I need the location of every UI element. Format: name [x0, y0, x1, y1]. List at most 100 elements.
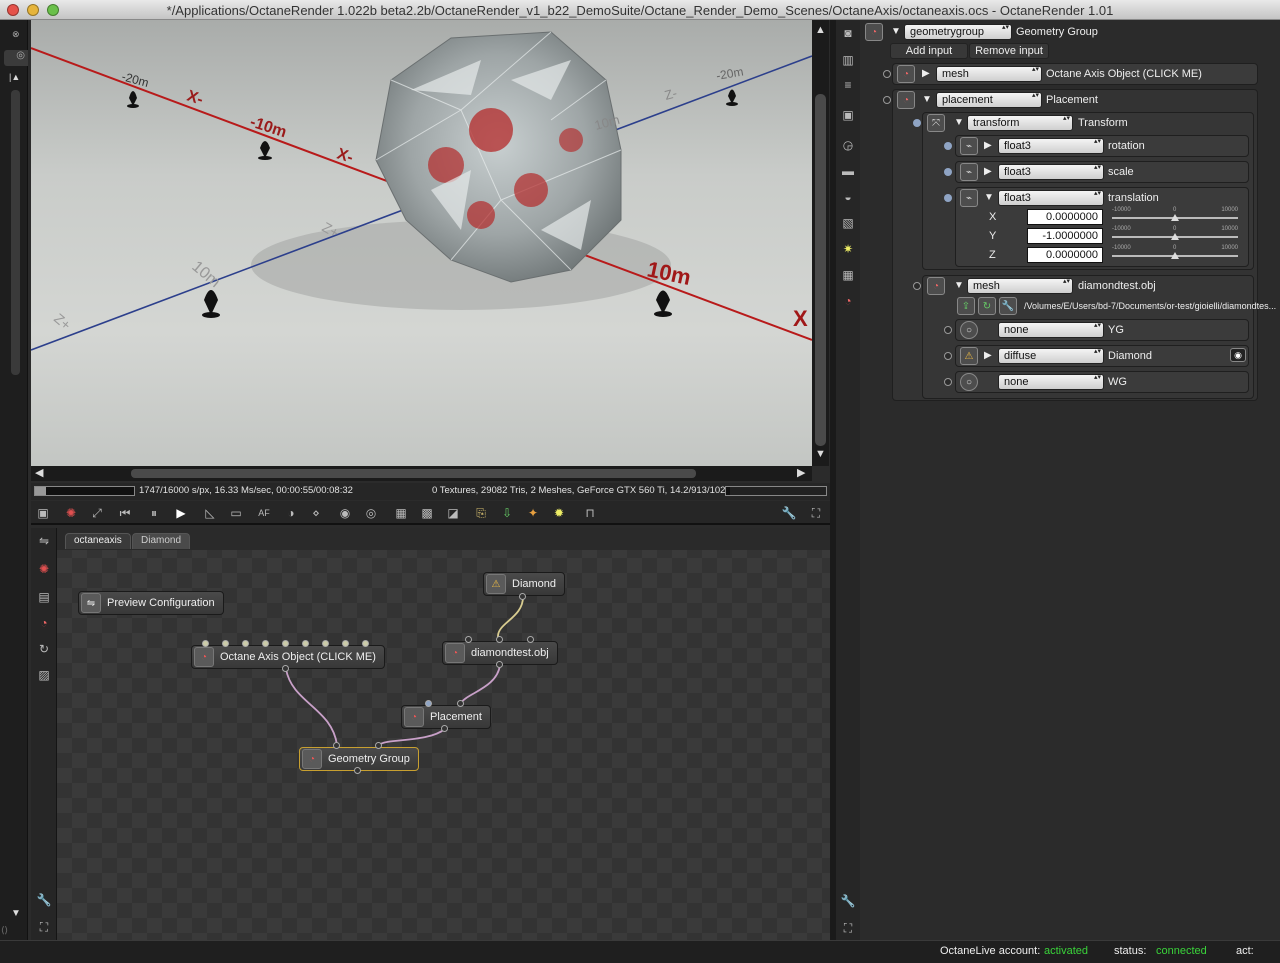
- scroll-down-arrow-icon[interactable]: ▼: [815, 448, 826, 460]
- alpha-icon[interactable]: ▩: [418, 504, 436, 522]
- output-pin[interactable]: [441, 725, 448, 732]
- x-value-input[interactable]: 0.0000000: [1027, 209, 1103, 225]
- monitor-icon[interactable]: ▭: [227, 504, 245, 522]
- input-pin[interactable]: [913, 282, 921, 290]
- image-icon[interactable]: ▣: [839, 106, 857, 124]
- film-icon[interactable]: ▬: [839, 162, 857, 180]
- input-pin[interactable]: [342, 640, 349, 647]
- kernel-icon[interactable]: ▦: [839, 266, 857, 284]
- input-pin[interactable]: [944, 378, 952, 386]
- add-input-button[interactable]: Add input: [890, 43, 968, 59]
- output-pin[interactable]: [496, 661, 503, 668]
- scale-type-select[interactable]: float3: [998, 164, 1104, 180]
- z-slider-handle[interactable]: [1171, 252, 1179, 259]
- node-stop-icon[interactable]: ✺: [35, 560, 53, 578]
- resize-icon[interactable]: ⟨⟩: [1, 925, 8, 936]
- picture-icon[interactable]: ▧: [839, 214, 857, 232]
- clay-render-icon[interactable]: ◎: [362, 504, 380, 522]
- collapse-arrow-icon[interactable]: ▼: [954, 280, 964, 291]
- input-pin[interactable]: [457, 700, 464, 707]
- rotation-type-select[interactable]: float3: [998, 138, 1104, 154]
- wrench-icon[interactable]: 🔧: [839, 892, 857, 910]
- load-file-icon[interactable]: ⇪: [957, 297, 975, 315]
- input-pin[interactable]: [262, 640, 269, 647]
- input-pin[interactable]: [302, 640, 309, 647]
- input-pin[interactable]: [202, 640, 209, 647]
- pause-icon[interactable]: ⏸: [145, 504, 163, 522]
- checker-icon[interactable]: ▦: [392, 504, 410, 522]
- node-graph-canvas[interactable]: [57, 528, 830, 940]
- scroll-down-icon[interactable]: ▼: [11, 908, 21, 919]
- node-arrange-icon[interactable]: ⇋: [35, 532, 53, 550]
- fullscreen-icon[interactable]: ⛶: [807, 504, 825, 522]
- light-icon[interactable]: ✷: [839, 240, 857, 258]
- node-image-icon[interactable]: ▤: [35, 588, 53, 606]
- copy-icon[interactable]: ⎘: [472, 504, 490, 522]
- y-value-input[interactable]: -1.0000000: [1027, 228, 1103, 244]
- input-pin[interactable]: [527, 636, 534, 643]
- input-pin[interactable]: [362, 640, 369, 647]
- scroll-up-arrow-icon[interactable]: ▲: [815, 24, 826, 36]
- diamond-type-select[interactable]: diffuse: [998, 348, 1104, 364]
- node-material-icon[interactable]: ◔: [35, 614, 53, 632]
- viewport-horizontal-scrollbar[interactable]: ◀ ▶: [31, 466, 812, 481]
- input-pin[interactable]: [282, 640, 289, 647]
- compare-icon[interactable]: ◪: [444, 504, 462, 522]
- wg-type-select[interactable]: none: [998, 374, 1104, 390]
- collapse-arrow-icon[interactable]: ▼: [954, 117, 964, 128]
- tab-octaneaxis[interactable]: octaneaxis: [65, 533, 131, 549]
- region-render-icon[interactable]: ◉: [336, 504, 354, 522]
- node-preview-configuration[interactable]: ⇋ Preview Configuration: [78, 591, 224, 615]
- input-pin[interactable]: [242, 640, 249, 647]
- input-pin[interactable]: [913, 119, 921, 127]
- node-type-select[interactable]: geometrygroup: [904, 24, 1012, 40]
- panel-tab[interactable]: ◎: [4, 50, 28, 66]
- input-pin[interactable]: [944, 326, 952, 334]
- input-pin[interactable]: [496, 636, 503, 643]
- translation-type-select[interactable]: float3: [998, 190, 1104, 206]
- focus-picker-icon[interactable]: ◑: [282, 504, 300, 522]
- input-pin[interactable]: [944, 194, 952, 202]
- input-pin[interactable]: [375, 742, 382, 749]
- ruler-icon[interactable]: ◺: [201, 504, 219, 522]
- autofocus-icon[interactable]: AF: [255, 504, 273, 522]
- z-slider[interactable]: -10000 0 10000: [1112, 245, 1238, 261]
- expand-arrow-icon[interactable]: ▶: [984, 350, 992, 361]
- input-pin[interactable]: [465, 636, 472, 643]
- render-viewport[interactable]: -20m X- -10m X- -20m Z- 10m Z+ 10m 10m X…: [31, 20, 812, 466]
- list-icon[interactable]: ≡: [839, 76, 857, 94]
- node-wrench-icon[interactable]: 🔧: [35, 891, 53, 909]
- collapse-arrow-icon[interactable]: ▼: [922, 94, 932, 105]
- output-pin[interactable]: [282, 665, 289, 672]
- lock-icon[interactable]: ⊓: [581, 504, 599, 522]
- material-picker-icon[interactable]: ✦: [524, 504, 542, 522]
- node-texture-icon[interactable]: ▨: [35, 666, 53, 684]
- camera-icon[interactable]: ◙: [839, 24, 857, 42]
- expand-arrow-icon[interactable]: ▶: [984, 140, 992, 151]
- x-slider-handle[interactable]: [1171, 214, 1179, 221]
- fullscreen-icon[interactable]: ⛶: [839, 919, 857, 937]
- material-icon[interactable]: ◔: [839, 292, 857, 310]
- environment-icon[interactable]: ◒: [839, 188, 857, 206]
- input-pin[interactable]: [333, 742, 340, 749]
- mesh-type-select[interactable]: mesh: [936, 66, 1042, 82]
- expand-arrow-icon[interactable]: ▶: [984, 166, 992, 177]
- import-icon[interactable]: ⇩: [498, 504, 516, 522]
- play-icon[interactable]: ▶: [172, 504, 190, 522]
- output-pin[interactable]: [519, 593, 526, 600]
- restart-render-icon[interactable]: ⤢: [88, 504, 106, 522]
- transform-type-select[interactable]: transform: [967, 115, 1073, 131]
- placement-type-select[interactable]: placement: [936, 92, 1042, 108]
- collapse-arrow-icon[interactable]: ▼: [891, 26, 901, 37]
- scroll-left-arrow-icon[interactable]: ◀: [35, 466, 43, 479]
- scroll-up-icon[interactable]: |▲: [9, 72, 20, 82]
- x-slider[interactable]: -10000 0 10000: [1112, 207, 1238, 223]
- input-pin[interactable]: [222, 640, 229, 647]
- node-refresh-icon[interactable]: ↻: [35, 640, 53, 658]
- y-slider[interactable]: -10000 0 10000: [1112, 226, 1238, 242]
- node-fullscreen-icon[interactable]: ⛶: [35, 918, 53, 936]
- output-pin[interactable]: [354, 767, 361, 774]
- horizontal-scroll-thumb[interactable]: [131, 469, 696, 478]
- eye-icon[interactable]: ◉: [1230, 348, 1246, 362]
- tab-diamond[interactable]: Diamond: [132, 533, 191, 549]
